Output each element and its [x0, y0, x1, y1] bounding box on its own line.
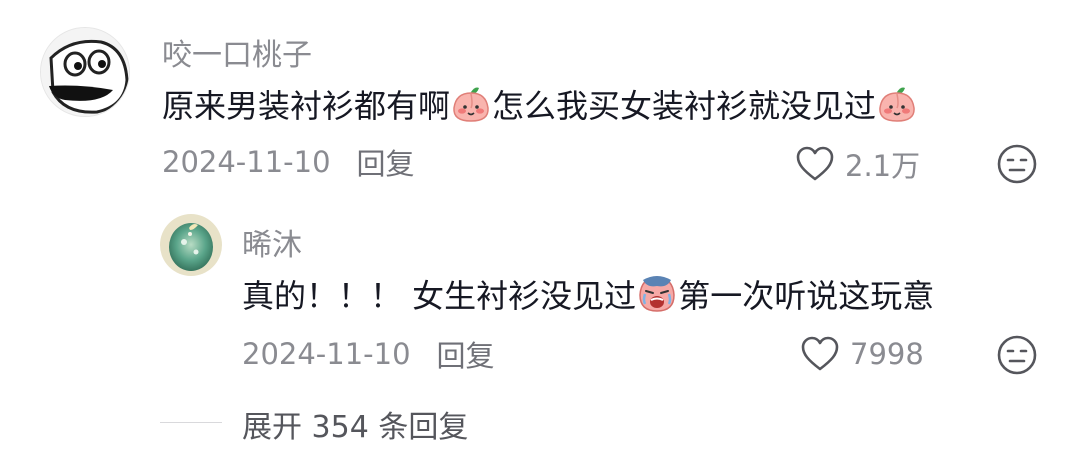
like-count: 7998 [850, 337, 924, 371]
comment-text-part: 第一次听说这玩意 [678, 277, 935, 315]
neutral-face-icon [997, 144, 1037, 184]
like-button[interactable]: 7998 [800, 332, 924, 376]
heart-icon [801, 336, 839, 371]
dislike-button[interactable] [996, 334, 1038, 380]
comment-meta: 2024-11-10 回复 [242, 334, 495, 374]
comment-meta: 2024-11-10 回复 [162, 142, 415, 182]
comment-text: 真的！！！ 女生衬衫没见过 第一次听说这玩意 [242, 270, 934, 318]
comment-text-part: 怎么我买女装衬衫就没见过 [492, 87, 877, 125]
peach-smile-emoji-icon [451, 84, 491, 124]
cartoon-face-icon [41, 28, 129, 116]
comment-text-part: 原来男装衬衫都有啊 [162, 87, 451, 125]
expand-divider [160, 422, 222, 423]
heart-icon [796, 146, 834, 181]
user-avatar[interactable] [160, 214, 222, 276]
peach-smile-emoji-icon [877, 84, 917, 124]
like-count: 2.1万 [845, 149, 921, 183]
comment-text: 原来男装衬衫都有啊 怎么我买女装衬衫就没见过 [162, 80, 918, 128]
comment-date: 2024-11-10 [242, 337, 411, 371]
username[interactable]: 咬一口桃子 [162, 30, 312, 74]
avatar-image-icon [160, 214, 222, 276]
neutral-face-icon [997, 335, 1037, 375]
user-avatar[interactable] [40, 27, 130, 117]
reply-button[interactable]: 回复 [437, 333, 495, 375]
comment-date: 2024-11-10 [162, 145, 331, 179]
username[interactable]: 晞沐 [242, 220, 302, 264]
dislike-button[interactable] [996, 143, 1038, 189]
reply-button[interactable]: 回复 [357, 141, 415, 183]
comment-text-part: 真的！！！ 女生衬衫没见过 [242, 277, 637, 315]
expand-replies-button[interactable]: 展开 354 条回复 [242, 402, 468, 446]
crying-face-emoji-icon [637, 274, 677, 314]
like-button[interactable]: 2.1万 [795, 142, 920, 186]
